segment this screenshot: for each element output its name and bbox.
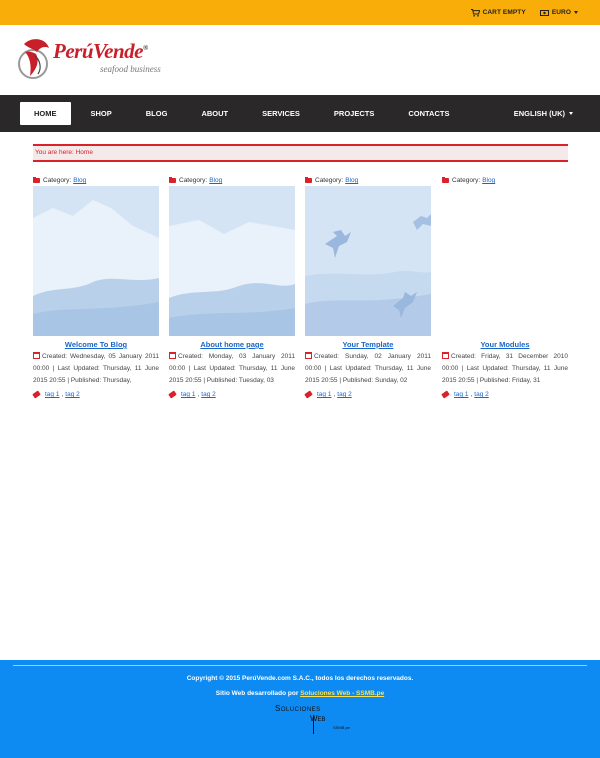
category-link[interactable]: Blog [482, 177, 495, 184]
language-selector[interactable]: ENGLISH (UK) [514, 102, 573, 125]
top-bar-actions: CART EMPTY EURO [470, 0, 578, 25]
developer-logo-line3: SSMB.pe [333, 725, 350, 730]
cart-button[interactable]: CART EMPTY [470, 8, 526, 17]
category-link[interactable]: Blog [345, 177, 358, 184]
post-title[interactable]: Your Template [305, 339, 431, 350]
calendar-icon [169, 352, 176, 359]
category-prefix: Category: [43, 177, 72, 184]
folder-icon [305, 176, 312, 183]
post-category: Category: Blog [305, 175, 431, 186]
post-image[interactable] [33, 186, 159, 336]
logo-fish-icon [18, 39, 49, 79]
blog-post-card: Category: Blog About home page Created: … [168, 175, 295, 399]
developer-logo-line1: Soluciones [275, 704, 321, 713]
post-meta: Created: Monday, 03 January 2011 00:00 |… [169, 352, 295, 384]
folder-icon [169, 176, 176, 183]
post-image-placeholder [442, 186, 568, 336]
currency-selector[interactable]: EURO [539, 9, 578, 16]
language-label: ENGLISH (UK) [513, 109, 565, 118]
post-image[interactable] [305, 186, 431, 336]
tag-link[interactable]: tag 1 [317, 391, 331, 398]
main-navigation: HOME SHOP BLOG ABOUT SERVICES PROJECTS C… [0, 95, 600, 132]
tag-link[interactable]: tag 1 [181, 391, 195, 398]
post-category: Category: Blog [33, 175, 159, 186]
developer-prefix: Sitio Web desarrollado por [215, 690, 299, 697]
post-image[interactable] [169, 186, 295, 336]
site-footer: Copyright © 2015 PerúVende.com S.A.C., t… [0, 660, 600, 758]
folder-icon [33, 176, 40, 183]
calendar-icon [305, 352, 312, 359]
post-category: Category: Blog [442, 175, 568, 186]
calendar-icon [33, 352, 40, 359]
tag-link[interactable]: tag 2 [474, 391, 488, 398]
breadcrumb-current[interactable]: Home [76, 149, 93, 156]
blog-post-card: Category: Blog Your Template Created: Su… [304, 175, 431, 399]
tag-link[interactable]: tag 2 [201, 391, 215, 398]
developer-link[interactable]: Soluciones Web - SSMB.pe [300, 690, 384, 697]
currency-label: EURO [551, 9, 571, 16]
tag-link[interactable]: tag 1 [454, 391, 468, 398]
post-tags: tag 1, tag 2 [304, 390, 431, 399]
logo-tagline: seafood business [100, 64, 161, 74]
category-prefix: Category: [315, 177, 344, 184]
tag-link[interactable]: tag 2 [65, 391, 79, 398]
nav-item-home[interactable]: HOME [20, 102, 71, 125]
category-link[interactable]: Blog [209, 177, 222, 184]
post-title[interactable]: About home page [169, 339, 295, 350]
category-link[interactable]: Blog [73, 177, 86, 184]
nav-menu: HOME SHOP BLOG ABOUT SERVICES PROJECTS C… [20, 102, 469, 125]
cart-icon [470, 8, 480, 17]
blog-post-card: Category: Blog Welcome To Blog Created: … [32, 175, 159, 399]
category-prefix: Category: [179, 177, 208, 184]
post-title[interactable]: Welcome To Blog [33, 339, 159, 350]
top-bar: CART EMPTY EURO [0, 0, 600, 25]
tag-icon [168, 390, 177, 399]
money-icon [539, 9, 549, 16]
tag-icon [441, 390, 450, 399]
nav-item-contacts[interactable]: CONTACTS [394, 102, 463, 125]
post-tags: tag 1, tag 2 [441, 390, 568, 399]
tag-icon [304, 390, 313, 399]
nav-item-blog[interactable]: BLOG [132, 102, 182, 125]
post-category: Category: Blog [169, 175, 295, 186]
post-tags: tag 1, tag 2 [32, 390, 159, 399]
breadcrumb: You are here: Home [33, 144, 568, 162]
post-meta: Created: Wednesday, 05 January 2011 00:0… [33, 352, 159, 384]
site-logo[interactable]: PerúVende® seafood business [18, 36, 161, 84]
footer-divider [13, 665, 587, 666]
post-tags: tag 1, tag 2 [168, 390, 295, 399]
chevron-down-icon [574, 11, 578, 14]
logo-brand: PerúVende® [53, 39, 148, 63]
nav-item-about[interactable]: ABOUT [187, 102, 242, 125]
footer-developer: Sitio Web desarrollado por Soluciones We… [0, 690, 600, 697]
nav-item-services[interactable]: SERVICES [248, 102, 314, 125]
folder-icon [442, 176, 449, 183]
tag-icon [32, 390, 41, 399]
calendar-icon [442, 352, 449, 359]
developer-logo-line2: Web [310, 714, 326, 723]
tag-link[interactable]: tag 2 [337, 391, 351, 398]
footer-copyright: Copyright © 2015 PerúVende.com S.A.C., t… [186, 675, 414, 682]
nav-item-shop[interactable]: SHOP [77, 102, 126, 125]
nav-item-projects[interactable]: PROJECTS [320, 102, 388, 125]
blog-post-card: Category: Blog Your Modules Created: Fri… [441, 175, 568, 399]
cart-label: CART EMPTY [482, 9, 526, 16]
tag-link[interactable]: tag 1 [45, 391, 59, 398]
developer-logo[interactable]: Soluciones Web SSMB.pe [275, 704, 350, 736]
chevron-down-icon [569, 112, 573, 115]
post-meta: Created: Sunday, 02 January 2011 00:00 |… [305, 352, 431, 384]
post-title[interactable]: Your Modules [442, 339, 568, 350]
breadcrumb-prefix: You are here: [35, 149, 74, 156]
post-meta: Created: Friday, 31 December 2010 00:00 … [442, 352, 568, 384]
category-prefix: Category: [452, 177, 481, 184]
